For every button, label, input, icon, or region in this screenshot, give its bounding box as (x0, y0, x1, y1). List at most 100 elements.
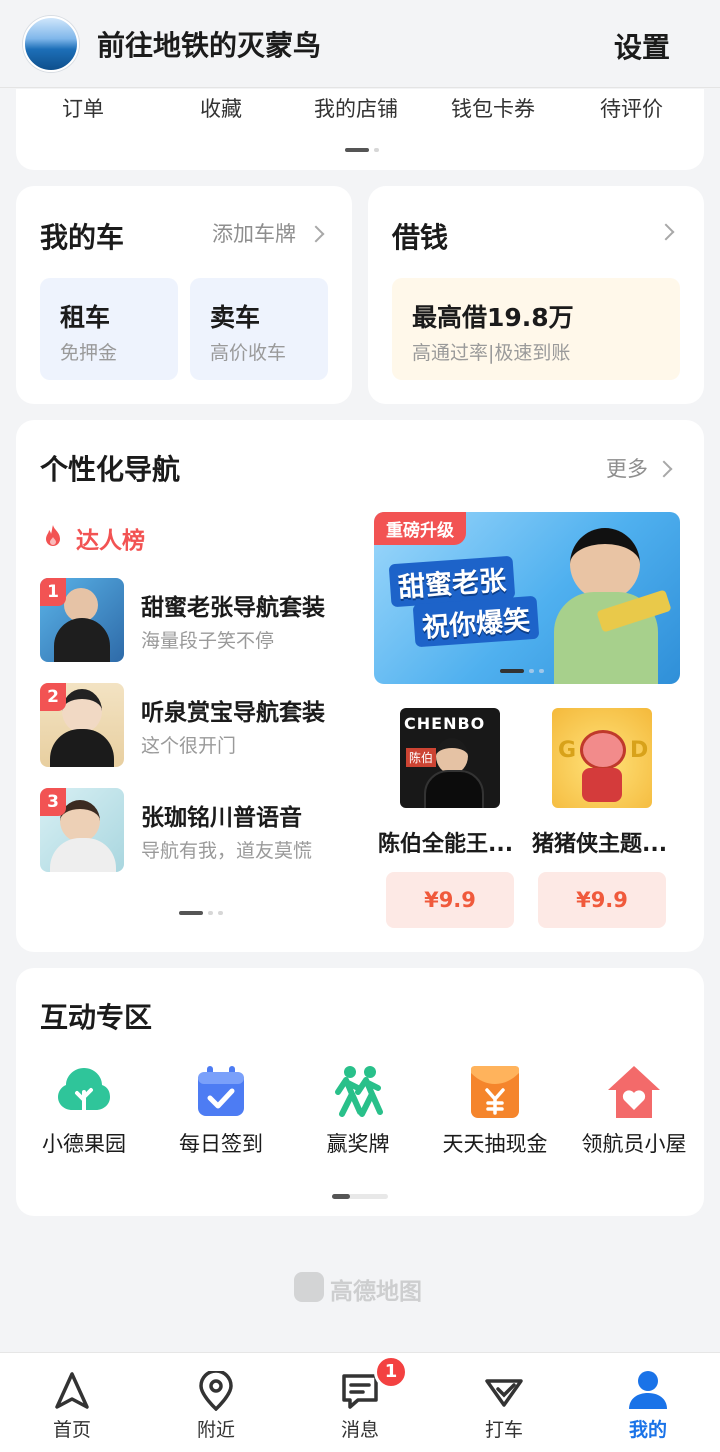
ranking-pager (179, 908, 228, 916)
interact-label: 小德果园 (42, 1132, 126, 1156)
rank-badge: 2 (40, 683, 66, 711)
interact-label: 天天抽现金 (442, 1132, 548, 1156)
sell-car-label: 卖车 (210, 303, 261, 332)
product-thumb-text: CHENBO (404, 714, 486, 733)
rank-badge: 3 (40, 788, 66, 816)
navigation-arrow-icon (52, 1371, 92, 1411)
tree-icon (56, 1064, 112, 1120)
product-name: 陈伯全能王... (378, 832, 514, 857)
my-car-title: 我的车 (40, 221, 125, 254)
interact-item-medals[interactable]: 赢奖牌 (290, 1064, 426, 1164)
brand-name: 高德地图 (330, 1279, 422, 1305)
tab-mine[interactable]: 我的 (600, 1353, 696, 1452)
loan-offer-button[interactable]: 最高借19.8万 高通过率|极速到账 (392, 278, 680, 380)
ranking-desc: 导航有我，道友莫慌 (141, 840, 313, 862)
amap-logo-icon (294, 1272, 324, 1302)
product-price: ¥9.9 (576, 888, 628, 912)
quick-menu-pager (345, 145, 384, 153)
interact-item-navigator-house[interactable]: 领航员小屋 (564, 1064, 704, 1164)
price-tag[interactable]: ¥9.9 (538, 872, 666, 928)
tab-label: 消息 (340, 1419, 379, 1441)
interact-label: 每日签到 (179, 1132, 263, 1156)
flame-icon (42, 524, 64, 548)
promo-banner[interactable]: 重磅升级 甜蜜老张 祝你爆笑 (374, 512, 680, 684)
sell-car-sub: 高价收车 (210, 342, 287, 364)
quick-menu-item-favorites[interactable]: 收藏 (200, 93, 242, 123)
product-item[interactable]: G D 猪猪侠主题... ¥9.9 (532, 708, 688, 928)
unread-badge: 1 (374, 1355, 408, 1389)
loan-title: 借钱 (392, 221, 449, 254)
calendar-check-icon (193, 1064, 249, 1120)
product-thumb: CHENBO 陈伯 (400, 708, 500, 808)
person-icon (627, 1369, 669, 1411)
tab-label: 打车 (484, 1419, 523, 1441)
ranking-name: 张珈铭川普语音 (141, 805, 302, 831)
running-people-icon (330, 1064, 386, 1120)
banner-headline-2: 祝你爆笑 (412, 595, 540, 648)
header: 前往地铁的灭蒙鸟 设置 (0, 0, 720, 88)
rent-car-label: 租车 (60, 303, 111, 332)
sell-car-button[interactable]: 卖车 高价收车 (190, 278, 328, 380)
interact-item-checkin[interactable]: 每日签到 (153, 1064, 289, 1164)
ranking-label: 达人榜 (76, 528, 145, 554)
chevron-right-icon (307, 225, 325, 243)
my-car-card: 我的车 添加车牌 租车 免押金 卖车 高价收车 (16, 186, 352, 404)
tab-bar: 首页 附近 消息 1 打车 我的 (0, 1352, 720, 1452)
interact-scroll-indicator (332, 1194, 388, 1199)
loan-offer: 最高借19.8万 (412, 303, 574, 332)
location-pin-icon (196, 1369, 236, 1412)
price-tag[interactable]: ¥9.9 (386, 872, 514, 928)
banner-pager (500, 666, 549, 674)
rent-car-sub: 免押金 (60, 342, 118, 364)
ranking-desc: 这个很开门 (141, 735, 237, 757)
quick-menu-item-to-review[interactable]: 待评价 (600, 93, 663, 123)
product-thumb: G D (552, 708, 652, 808)
ranking-item[interactable]: 1 甜蜜老张导航套装 海量段子笑不停 (40, 578, 350, 662)
loan-card: 借钱 最高借19.8万 高通过率|极速到账 (368, 186, 704, 404)
quick-menu-card: 订单 收藏 我的店铺 钱包卡券 待评价 (16, 89, 704, 170)
rent-car-button[interactable]: 租车 免押金 (40, 278, 178, 380)
avatar[interactable] (23, 16, 79, 72)
banner-tag: 重磅升级 (374, 512, 466, 545)
username[interactable]: 前往地铁的灭蒙鸟 (97, 24, 321, 64)
ranking-name: 听泉赏宝导航套装 (141, 700, 325, 726)
tab-label: 附近 (196, 1419, 235, 1441)
tab-label: 我的 (628, 1419, 667, 1441)
nav-more-link[interactable]: 更多 (606, 453, 686, 483)
product-item[interactable]: CHENBO 陈伯 陈伯全能王... ¥9.9 (378, 708, 524, 928)
quick-menu-item-my-store[interactable]: 我的店铺 (314, 93, 398, 123)
product-name: 猪猪侠主题... (532, 832, 668, 857)
tab-home[interactable]: 首页 (24, 1353, 120, 1452)
interact-item-cash[interactable]: 天天抽现金 (427, 1064, 563, 1164)
settings-button[interactable]: 设置 (614, 26, 670, 66)
interact-label: 领航员小屋 (581, 1132, 687, 1156)
ranking-desc: 海量段子笑不停 (141, 630, 275, 652)
rank-badge: 1 (40, 578, 66, 606)
tab-taxi[interactable]: 打车 (456, 1353, 552, 1452)
quick-menu-item-wallet[interactable]: 钱包卡券 (451, 93, 535, 123)
personalized-nav-card: 个性化导航 更多 达人榜 1 甜蜜老张导航套装 海量段子笑不停 2 听泉赏宝导航… (16, 420, 704, 952)
chevron-right-icon[interactable] (657, 223, 675, 241)
chevron-right-icon (655, 460, 673, 478)
nav-more-label: 更多 (606, 457, 648, 481)
product-price: ¥9.9 (424, 888, 476, 912)
tab-label: 首页 (52, 1419, 91, 1441)
interact-card: 互动专区 小德果园 每日签到 赢奖牌 天天抽现金 领航员小屋 (16, 968, 704, 1216)
add-plate-link[interactable]: 添加车牌 (212, 218, 332, 248)
house-icon (606, 1064, 662, 1120)
quick-menu-item-orders[interactable]: 订单 (62, 93, 104, 123)
ranking-item[interactable]: 2 听泉赏宝导航套装 这个很开门 (40, 683, 350, 767)
ranking-name: 甜蜜老张导航套装 (141, 595, 325, 621)
nav-title: 个性化导航 (40, 453, 181, 486)
taxi-icon (484, 1371, 524, 1411)
ranking-item[interactable]: 3 张珈铭川普语音 导航有我，道友莫慌 (40, 788, 350, 872)
loan-sub: 高通过率|极速到账 (412, 342, 571, 364)
interact-title: 互动专区 (40, 1001, 153, 1034)
red-envelope-icon (467, 1064, 523, 1120)
interact-item-orchard[interactable]: 小德果园 (16, 1064, 152, 1164)
product-thumb-sub: 陈伯 (406, 748, 437, 767)
tab-messages[interactable]: 消息 1 (312, 1353, 408, 1452)
tab-nearby[interactable]: 附近 (168, 1353, 264, 1452)
add-plate-label: 添加车牌 (212, 222, 296, 246)
interact-label: 赢奖牌 (326, 1132, 390, 1156)
